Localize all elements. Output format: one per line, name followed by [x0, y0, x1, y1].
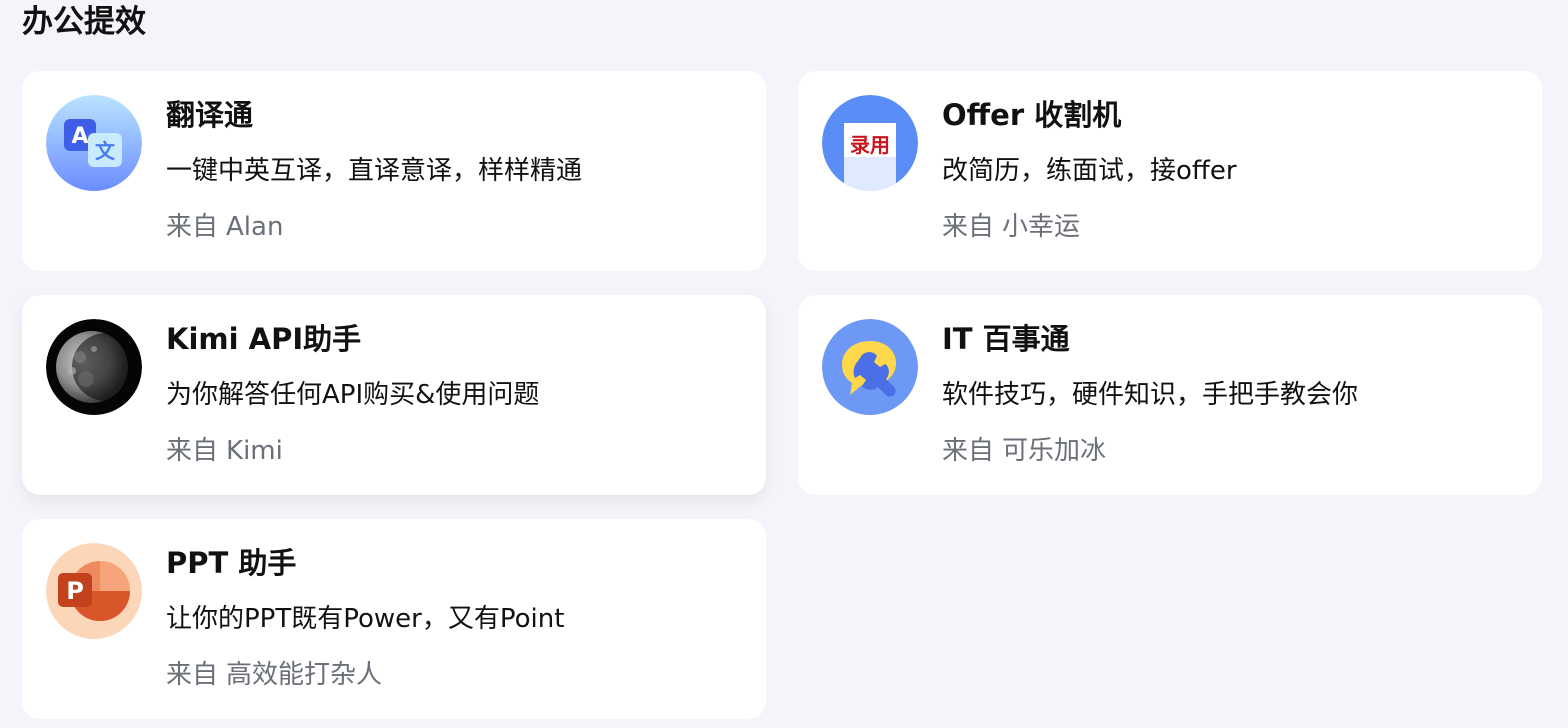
bot-name: PPT 助手 [166, 546, 297, 580]
bot-name: 翻译通 [166, 98, 254, 132]
author-name: Alan [226, 212, 284, 242]
author-name: 小幸运 [1002, 212, 1081, 242]
svg-text:A: A [71, 124, 88, 149]
bot-author: 来自 小幸运 [942, 207, 1080, 247]
wrench-chat-icon [822, 319, 918, 415]
bot-name: Kimi API助手 [166, 322, 362, 356]
svg-text:P: P [66, 577, 84, 605]
bot-card-kimi-api[interactable]: Kimi API助手 为你解答任何API购买&使用问题 来自 Kimi [22, 295, 766, 495]
powerpoint-icon: P [46, 543, 142, 639]
from-label: 来自 [166, 212, 219, 242]
svg-text:文: 文 [95, 139, 116, 163]
translate-icon: A 文 [46, 95, 142, 191]
bot-author: 来自 可乐加冰 [942, 431, 1106, 471]
moon-icon [46, 319, 142, 415]
bot-card-ppt[interactable]: P PPT 助手 让你的PPT既有Power，又有Point 来自 高效能打杂人 [22, 519, 766, 719]
author-name: 高效能打杂人 [226, 660, 383, 690]
bot-author: 来自 Alan [166, 207, 283, 247]
author-name: 可乐加冰 [1002, 436, 1107, 466]
bot-description: 让你的PPT既有Power，又有Point [166, 604, 565, 634]
bot-description: 为你解答任何API购买&使用问题 [166, 380, 540, 410]
bot-description: 一键中英互译，直译意译，样样精通 [166, 156, 583, 186]
bot-description: 改简历，练面试，接offer [942, 156, 1237, 186]
bot-card-it-helper[interactable]: IT 百事通 软件技巧，硬件知识，手把手教会你 来自 可乐加冰 [798, 295, 1542, 495]
from-label: 来自 [166, 436, 219, 466]
bot-name: IT 百事通 [942, 322, 1070, 356]
svg-text:录用: 录用 [850, 133, 890, 157]
author-name: Kimi [226, 436, 283, 466]
bot-author: 来自 高效能打杂人 [166, 655, 382, 695]
from-label: 来自 [166, 660, 219, 690]
bot-card-offer[interactable]: 录用 Offer 收割机 改简历，练面试，接offer 来自 小幸运 [798, 71, 1542, 271]
bot-description: 软件技巧，硬件知识，手把手教会你 [942, 380, 1359, 410]
offer-hired-icon: 录用 [822, 95, 918, 191]
from-label: 来自 [942, 436, 995, 466]
from-label: 来自 [942, 212, 995, 242]
bot-name: Offer 收割机 [942, 98, 1122, 132]
section-title: 办公提效 [22, 4, 146, 40]
bot-card-translator[interactable]: A 文 翻译通 一键中英互译，直译意译，样样精通 来自 Alan [22, 71, 766, 271]
bot-author: 来自 Kimi [166, 431, 283, 471]
